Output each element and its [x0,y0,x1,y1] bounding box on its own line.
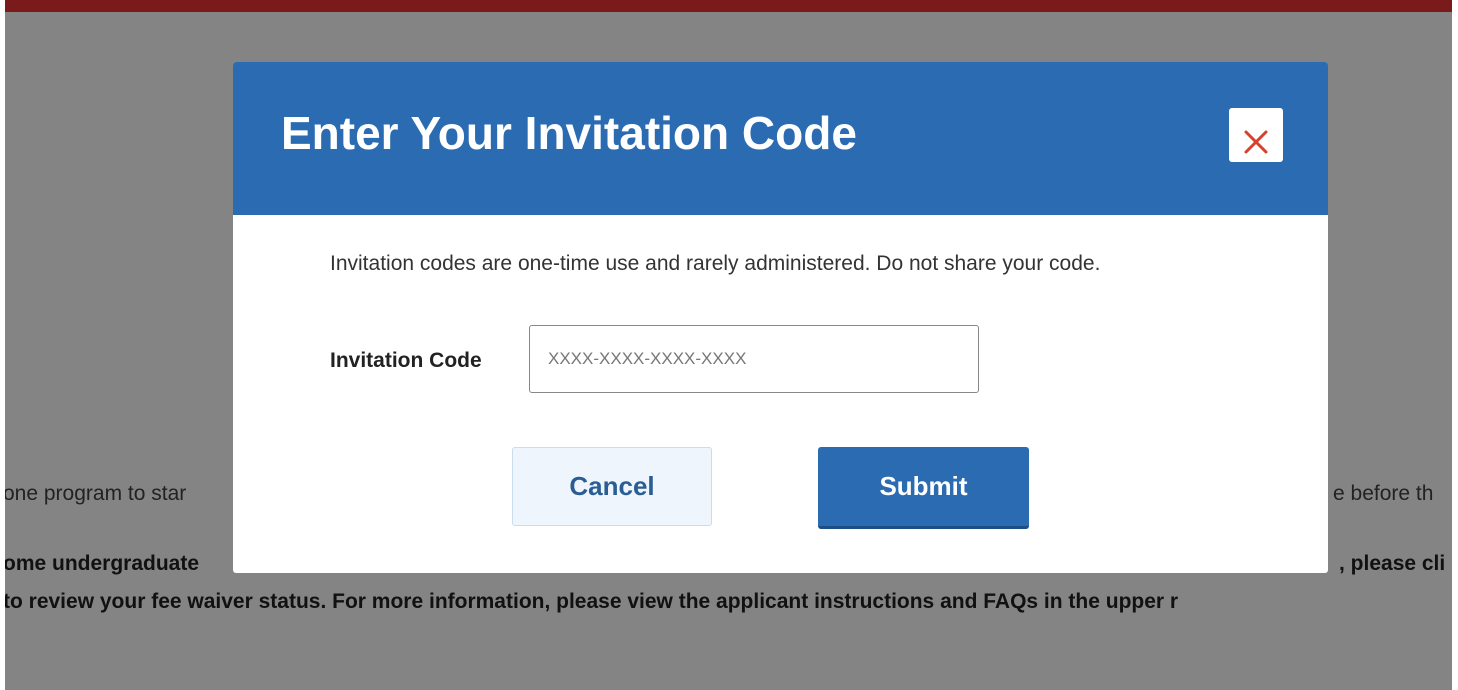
background-text-line-2-right: , please cli [1339,552,1446,575]
modal-description: Invitation codes are one-time use and ra… [330,252,1101,275]
background-text-line-1-right: e before th [1333,482,1434,505]
modal-header: Enter Your Invitation Code [233,62,1328,215]
background-text-line-2-left: ome undergraduate [5,552,200,575]
close-icon [1244,130,1268,153]
invitation-code-input[interactable] [529,325,979,393]
submit-button[interactable]: Submit [818,447,1029,529]
background-text-line-3: to review your fee waiver status. For mo… [5,590,1179,613]
cancel-button[interactable]: Cancel [512,447,712,526]
top-brand-bar [5,0,1452,12]
modal-title: Enter Your Invitation Code [281,107,857,159]
background-text-line-1-left: one program to star [5,482,187,505]
close-button[interactable] [1229,108,1283,162]
invitation-code-label: Invitation Code [330,349,482,372]
page-background: one program to star e before th ome unde… [5,0,1452,690]
invitation-code-modal: Enter Your Invitation Code Invitation co… [233,62,1328,573]
